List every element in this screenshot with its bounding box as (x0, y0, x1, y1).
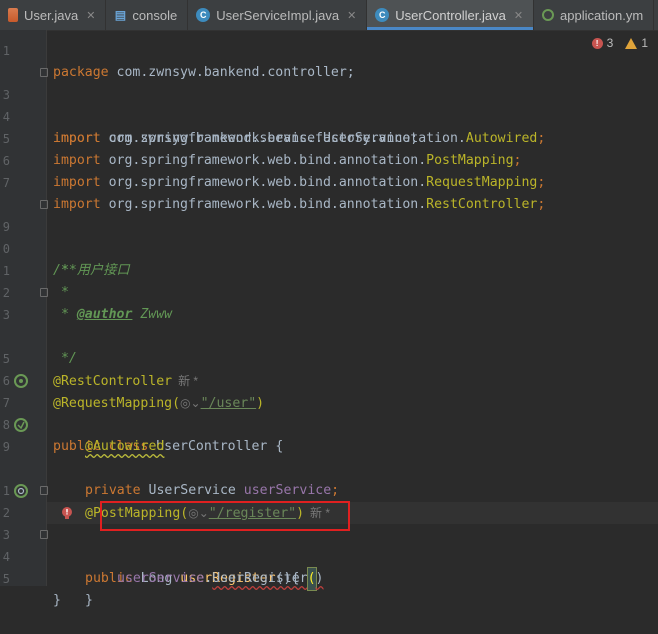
code-line: 1 @PostMapping(◎⌄"/register") 新 * (2, 484, 331, 521)
matched-brace: ( (306, 567, 317, 591)
code-line: 1 * (2, 264, 69, 300)
code-line: 1 package com.zwnsyw.bankend.controller; (0, 18, 658, 80)
code-line: 3 userService.UserRegister() (0, 502, 658, 591)
code-line: 5 } (2, 572, 61, 608)
spring-endpoint-icon[interactable] (14, 484, 28, 498)
code-line: 7 import org.springframework.web.bind.an… (2, 176, 546, 212)
spring-bean-icon[interactable] (14, 374, 28, 388)
error-bulb-icon[interactable] (60, 506, 74, 520)
code-line: 6 import org.springframework.web.bind.an… (2, 154, 546, 190)
code-line: 2 public Long userRegister(){ (0, 480, 658, 586)
code-line: 3 import com.zwnsyw.bankend.service.User… (0, 62, 658, 146)
code-line: 7 public class UserController { (0, 370, 658, 454)
code-line: 8 @Autowired (2, 418, 165, 454)
code-line: 5 @RestController 新 * (2, 352, 199, 389)
fold-marker-icon[interactable] (40, 288, 48, 297)
line-number: 1 (2, 44, 10, 58)
spring-autowired-icon[interactable] (14, 418, 28, 432)
code-line: 3 */ (0, 282, 658, 366)
code-line: 0 * 用户接口 (2, 242, 130, 278)
fold-marker-icon[interactable] (40, 486, 48, 495)
fold-marker-icon[interactable] (40, 68, 48, 77)
code-line: 2 * @author Zwww (2, 286, 173, 322)
code-line: 4 } (0, 524, 658, 608)
code-line: 9 /** (0, 194, 658, 278)
code-line: 9 private UserService userService; (0, 414, 658, 498)
code-line: 6 @RequestMapping(◎⌄"/user") (2, 374, 265, 411)
code-editor[interactable]: 1 package com.zwnsyw.bankend.controller;… (0, 0, 658, 608)
code-line: 5 import org.springframework.web.bind.an… (2, 132, 522, 168)
code-line: 4 import org.springframework.beans.facto… (2, 110, 546, 146)
fold-marker-icon[interactable] (40, 200, 48, 209)
fold-marker-icon[interactable] (40, 530, 48, 539)
